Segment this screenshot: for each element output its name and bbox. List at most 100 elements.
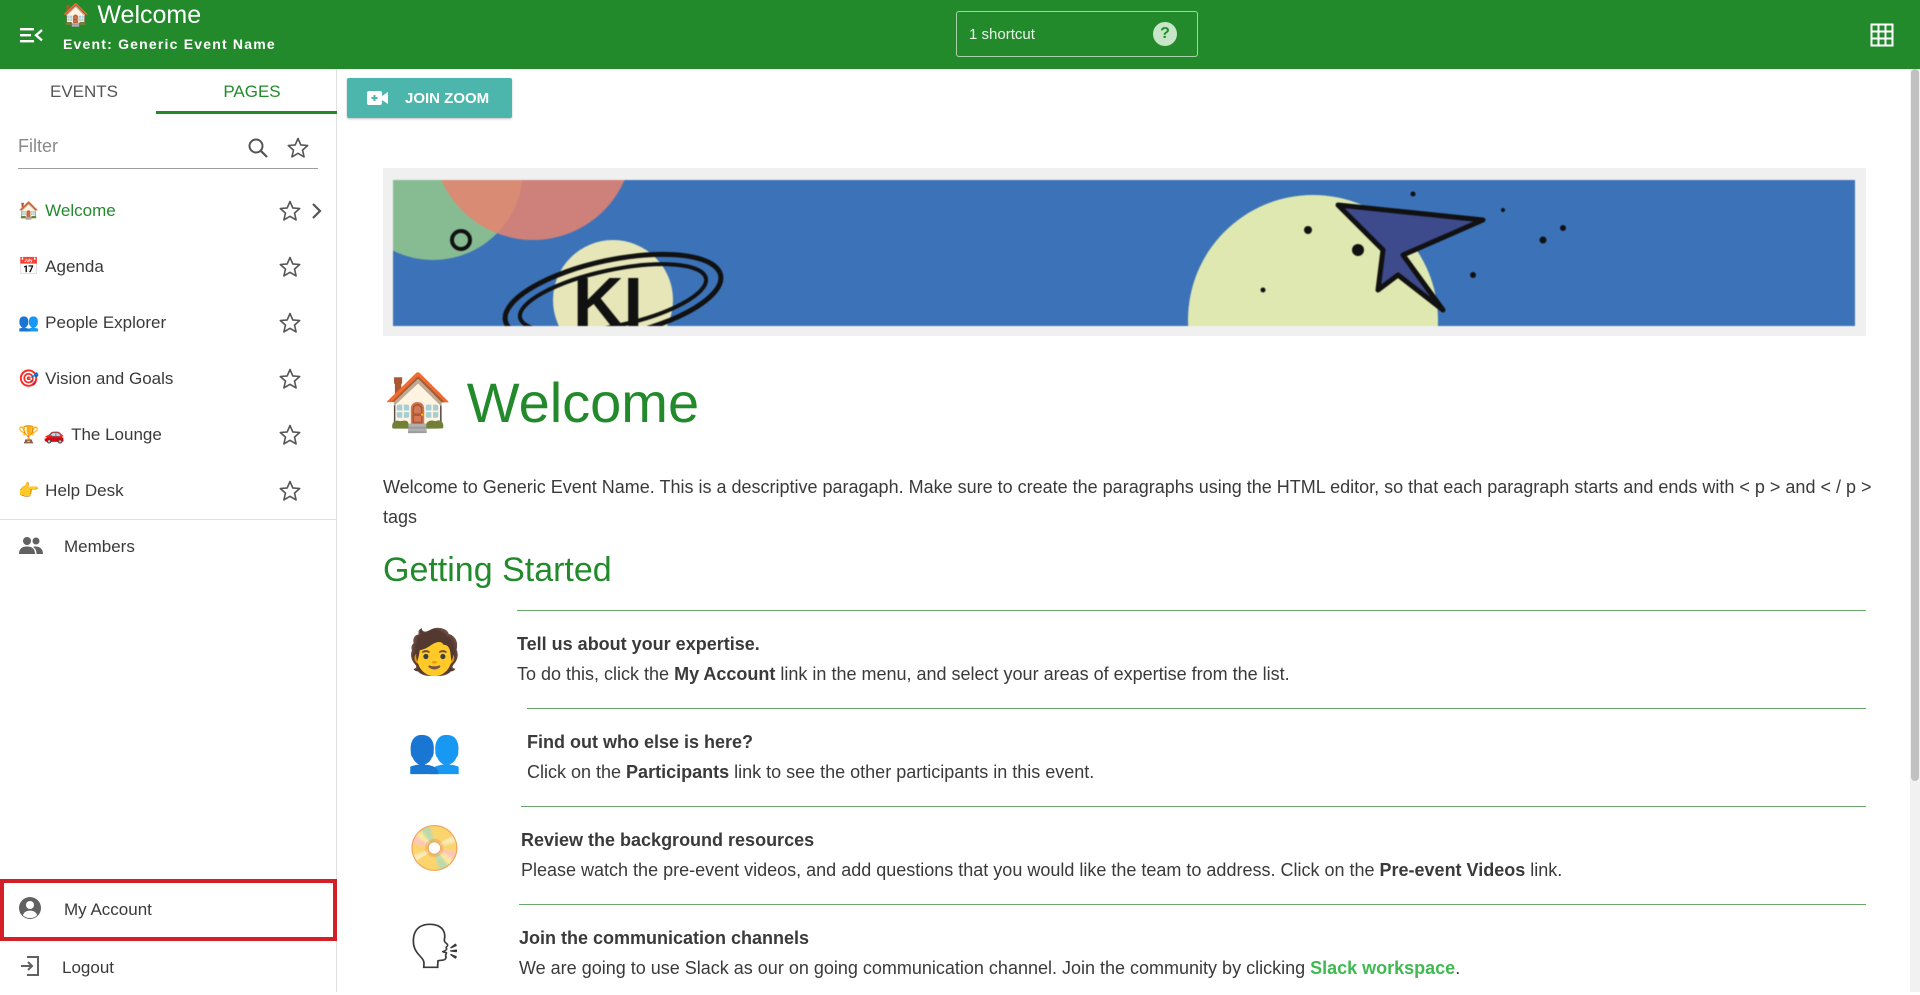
speaking-head-icon: 🗣 [407, 922, 463, 971]
two-people-icon: 👥 [407, 726, 462, 775]
step-title: Tell us about your expertise. [517, 634, 760, 654]
step-title: Review the background resources [521, 830, 815, 850]
step-text: . [1455, 958, 1461, 978]
calendar-icon: 📅 [18, 257, 40, 276]
scrollbar-thumb[interactable] [1911, 69, 1919, 781]
sidebar-bottom: My Account Logout [0, 879, 337, 995]
event-banner-image: KI [383, 168, 1866, 336]
step-resources: 📀 Review the background resources Please… [407, 806, 1866, 904]
sidebar-tabs: EVENTS PAGES [0, 69, 337, 115]
logout-label: Logout [62, 958, 114, 977]
join-zoom-button[interactable]: JOIN ZOOM [347, 78, 512, 118]
step-divider [527, 708, 1866, 709]
step-communication: 🗣 Join the communication channels We are… [407, 904, 1866, 992]
event-subtitle: Event: Generic Event Name [63, 36, 276, 52]
star-icon[interactable] [278, 367, 302, 391]
trophy-car-icon: 🏆 🚗 [18, 425, 66, 444]
chevron-right-icon[interactable] [310, 200, 324, 222]
sidebar-item-the-lounge[interactable]: 🏆 🚗 The Lounge [0, 407, 336, 463]
pointing-hand-icon: 👉 [18, 481, 40, 500]
sidebar-item-label: People Explorer [45, 313, 167, 332]
account-circle-icon [18, 896, 42, 925]
main-scrollbar[interactable] [1910, 69, 1920, 992]
sidebar-item-label: Agenda [45, 257, 104, 276]
favorites-filter-star-icon[interactable] [286, 136, 310, 160]
logout-link[interactable]: Logout [0, 941, 337, 995]
pre-event-videos-mention: Pre-event Videos [1379, 860, 1526, 880]
video-camera-icon [367, 91, 388, 105]
page-title-text: Welcome [97, 1, 202, 29]
top-app-bar: 🏠 Welcome Event: Generic Event Name 1 sh… [0, 0, 1920, 69]
step-participants: 👥 Find out who else is here? Click on th… [407, 708, 1866, 806]
step-description: Click on the Participants link to see th… [527, 762, 1094, 783]
sidebar-item-label: Help Desk [45, 481, 124, 500]
step-description: Please watch the pre-event videos, and a… [521, 860, 1562, 881]
help-icon[interactable]: ? [1153, 22, 1177, 46]
apps-grid-icon[interactable] [1870, 23, 1894, 47]
star-icon[interactable] [278, 423, 302, 447]
sidebar-item-people-explorer[interactable]: 👥 People Explorer [0, 295, 336, 351]
step-text: link to see the other participants in th… [729, 762, 1095, 782]
star-icon[interactable] [278, 255, 302, 279]
sidebar-item-label: The Lounge [71, 425, 162, 444]
group-icon [18, 535, 44, 560]
step-divider [517, 610, 1866, 611]
house-icon: 🏠 [62, 2, 90, 27]
tab-events[interactable]: EVENTS [0, 69, 168, 115]
logout-icon [18, 954, 42, 983]
sidebar: EVENTS PAGES 🏠 Welcome 📅 Agenda 👥 People… [0, 69, 337, 992]
step-title: Join the communication channels [519, 928, 810, 948]
step-text: link in the menu, and select your areas … [775, 664, 1290, 684]
step-expertise: 🧑 Tell us about your expertise. To do th… [407, 610, 1866, 708]
participants-mention: Participants [626, 762, 730, 782]
step-text: We are going to use Slack as our on goin… [519, 958, 1311, 978]
filter-row [18, 125, 318, 169]
people-icon: 👥 [18, 313, 40, 332]
sidebar-item-members[interactable]: Members [0, 520, 336, 574]
sidebar-item-agenda[interactable]: 📅 Agenda [0, 239, 336, 295]
svg-text:KI: KI [573, 263, 643, 326]
page-heading: 🏠 Welcome [383, 369, 699, 435]
page-heading-text: Welcome [466, 370, 700, 434]
search-icon[interactable] [246, 136, 270, 160]
step-title: Find out who else is here? [527, 732, 754, 752]
step-text: Click on the [527, 762, 627, 782]
app-title-block: 🏠 Welcome Event: Generic Event Name [62, 0, 276, 52]
my-account-link[interactable]: My Account [0, 879, 337, 941]
sidebar-item-label: Vision and Goals [45, 369, 174, 388]
star-icon[interactable] [278, 311, 302, 335]
join-zoom-label: JOIN ZOOM [405, 89, 490, 107]
filter-input[interactable] [18, 136, 218, 157]
step-divider [519, 904, 1866, 905]
step-text: Please watch the pre-event videos, and a… [521, 860, 1380, 880]
star-icon[interactable] [278, 479, 302, 503]
shortcut-label: 1 shortcut [969, 25, 1035, 43]
house-icon: 🏠 [383, 370, 453, 433]
my-account-mention: My Account [674, 664, 776, 684]
slack-workspace-link[interactable]: Slack workspace [1310, 958, 1455, 978]
active-tab-indicator [156, 111, 337, 114]
menu-collapse-icon[interactable] [18, 22, 44, 48]
banner-background: KI [383, 168, 1855, 336]
star-icon[interactable] [278, 199, 302, 223]
page-nav-list: 🏠 Welcome 📅 Agenda 👥 People Explorer 🎯 V… [0, 183, 336, 519]
target-icon: 🎯 [18, 369, 40, 388]
members-label: Members [64, 537, 135, 556]
step-text: link. [1525, 860, 1563, 880]
my-account-label: My Account [64, 900, 152, 919]
sidebar-item-help-desk[interactable]: 👉 Help Desk [0, 463, 336, 519]
house-icon: 🏠 [18, 201, 40, 220]
intro-paragraph: Welcome to Generic Event Name. This is a… [383, 477, 1872, 527]
step-description: To do this, click the My Account link in… [517, 664, 1290, 685]
person-icon: 🧑 [407, 628, 462, 677]
dvd-icon: 📀 [407, 824, 462, 873]
tab-pages[interactable]: PAGES [168, 69, 336, 115]
shortcut-selector[interactable]: 1 shortcut ? [956, 11, 1198, 57]
page-title: 🏠 Welcome [62, 0, 276, 30]
getting-started-heading: Getting Started [383, 551, 612, 589]
sidebar-item-welcome[interactable]: 🏠 Welcome [0, 183, 336, 239]
sidebar-item-label: Welcome [45, 201, 116, 220]
sidebar-item-vision-and-goals[interactable]: 🎯 Vision and Goals [0, 351, 336, 407]
step-text: To do this, click the [517, 664, 675, 684]
step-divider [521, 806, 1866, 807]
